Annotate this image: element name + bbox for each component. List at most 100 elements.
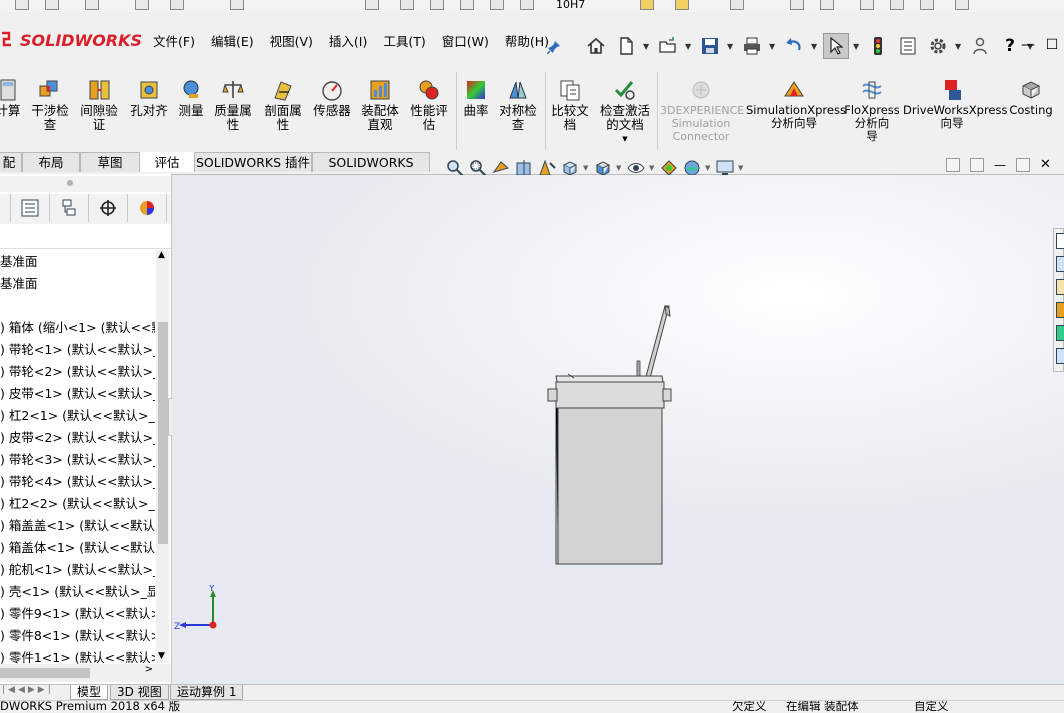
- toolbar-icon[interactable]: [955, 0, 969, 10]
- toolbar-icon[interactable]: [920, 0, 934, 10]
- open-button[interactable]: [655, 33, 681, 59]
- toolbar-icon[interactable]: [520, 0, 534, 10]
- chevron-down-icon[interactable]: ▼: [705, 164, 712, 172]
- calculator-button[interactable]: 计算: [0, 74, 22, 118]
- sensor-button[interactable]: 传感器: [309, 74, 355, 118]
- menu-window[interactable]: 窗口(W): [434, 31, 497, 50]
- menu-view[interactable]: 视图(V): [262, 31, 321, 50]
- appearances-icon[interactable]: [1056, 325, 1064, 341]
- assembly-model[interactable]: [172, 175, 1064, 684]
- scrollbar-thumb[interactable]: [158, 322, 168, 544]
- chevron-down-icon[interactable]: ▼: [769, 42, 777, 51]
- toolbar-icon[interactable]: [135, 0, 149, 10]
- tab-display-manager[interactable]: [128, 194, 167, 222]
- menu-insert[interactable]: 插入(I): [321, 31, 375, 50]
- home-button[interactable]: [583, 33, 609, 59]
- tree-filter-area[interactable]: [0, 224, 171, 249]
- tab-solidworks-mbd[interactable]: SOLIDWORKS MBD: [312, 152, 430, 190]
- design-library-icon[interactable]: [1056, 256, 1064, 272]
- chevron-down-icon[interactable]: ▼: [811, 42, 819, 51]
- menu-tools[interactable]: 工具(T): [375, 31, 433, 50]
- toolbar-icon[interactable]: [400, 0, 414, 10]
- chevron-down-icon[interactable]: ▼: [853, 42, 861, 51]
- rebuild-button[interactable]: [865, 33, 891, 59]
- select-button[interactable]: [823, 33, 849, 59]
- tree-item-component[interactable]: ) 带轮<3> (默认<<默认>_显: [0, 449, 155, 468]
- tree-item-component[interactable]: ) 带轮<4> (默认<<默认>_显: [0, 471, 155, 490]
- tab-feature-tree[interactable]: [0, 194, 11, 222]
- interference-check-button[interactable]: 干涉检 查: [28, 74, 72, 132]
- curvature-button[interactable]: 曲率: [459, 74, 493, 118]
- tree-item-component[interactable]: ) 带轮<1> (默认<<默认>_显: [0, 339, 155, 358]
- print-button[interactable]: [739, 33, 765, 59]
- tab-model[interactable]: 模型: [70, 685, 109, 700]
- chevron-down-icon[interactable]: ▼: [955, 42, 963, 51]
- chevron-down-icon[interactable]: ▼: [596, 132, 654, 146]
- pin-icon[interactable]: [547, 40, 561, 54]
- toolbar-icon[interactable]: [730, 0, 744, 10]
- file-properties-button[interactable]: [895, 33, 921, 59]
- 3dexperience-connector-button[interactable]: 3DEXPERIENCE Simulation Connector: [660, 74, 744, 143]
- viewport-close-icon[interactable]: ✕: [1040, 158, 1051, 172]
- toolbar-icon[interactable]: [15, 0, 29, 10]
- minimize-icon[interactable]: —: [1016, 37, 1040, 53]
- toolbar-icon[interactable]: [45, 0, 59, 10]
- new-document-button[interactable]: [613, 33, 639, 59]
- viewport-split-icon[interactable]: [946, 158, 960, 172]
- tab-configuration-manager[interactable]: [50, 194, 89, 222]
- file-explorer-icon[interactable]: [1056, 279, 1064, 295]
- custom-properties-icon[interactable]: [1056, 348, 1064, 364]
- tree-item-component[interactable]: ) 皮带<2> (默认<<默认>_显: [0, 427, 155, 446]
- toolbar-icon[interactable]: [675, 0, 689, 10]
- toolbar-icon[interactable]: [85, 0, 99, 10]
- view-palette-icon[interactable]: [1056, 302, 1064, 318]
- tree-item-component[interactable]: ) 零件8<1> (默认<<默认>_显: [0, 625, 155, 644]
- floxpress-button[interactable]: FloXpress 分析向 导: [844, 74, 900, 143]
- toolbar-icon[interactable]: [170, 0, 184, 10]
- toolbar-icon[interactable]: [430, 0, 444, 10]
- save-button[interactable]: [697, 33, 723, 59]
- section-properties-button[interactable]: 剖面属 性: [261, 74, 305, 132]
- tab-navigation-arrows[interactable]: |◀◀▶▶|: [2, 685, 54, 695]
- tab-motion-study[interactable]: 运动算例 1: [170, 685, 244, 700]
- scroll-up-icon[interactable]: ▲: [158, 250, 165, 260]
- tab-assembly[interactable]: 配体: [0, 152, 22, 190]
- chevron-down-icon[interactable]: ▼: [685, 42, 693, 51]
- tree-item-component[interactable]: ) 箱盖体<1> (默认<<默认>_: [0, 537, 155, 556]
- tab-dimxpert-manager[interactable]: [89, 194, 128, 222]
- toolbar-icon[interactable]: [640, 0, 654, 10]
- user-button[interactable]: [967, 33, 993, 59]
- chevron-down-icon[interactable]: ▼: [649, 164, 656, 172]
- tree-item-component[interactable]: ) 箱盖盖<1> (默认<<默认>_: [0, 515, 155, 534]
- tree-item-component[interactable]: ) 杠2<2> (默认<<默认>_显示: [0, 493, 155, 512]
- check-active-document-button[interactable]: 检查激活 的文档 ▼: [596, 74, 654, 146]
- tab-solidworks-addins[interactable]: SOLIDWORKS 插件: [194, 152, 312, 172]
- costing-button[interactable]: Costing: [1004, 74, 1058, 117]
- clearance-check-button[interactable]: 间隙验 证: [77, 74, 121, 132]
- chevron-down-icon[interactable]: ▼: [727, 42, 735, 51]
- tree-item-component[interactable]: ) 舵机<1> (默认<<默认>_显: [0, 559, 155, 578]
- hole-alignment-button[interactable]: 孔对齐: [126, 74, 172, 118]
- viewport-split-icon[interactable]: [970, 158, 984, 172]
- options-button[interactable]: [925, 33, 951, 59]
- viewport-minimize-icon[interactable]: —: [994, 158, 1006, 172]
- tab-property-manager[interactable]: [11, 194, 50, 222]
- mass-properties-button[interactable]: 质量属 性: [211, 74, 255, 132]
- scroll-down-icon[interactable]: ▼: [158, 651, 165, 661]
- chevron-down-icon[interactable]: ▼: [643, 42, 651, 51]
- panel-grip[interactable]: [0, 176, 171, 192]
- home-icon[interactable]: [1056, 233, 1064, 249]
- status-units[interactable]: 自定义: [914, 701, 949, 713]
- toolbar-icon[interactable]: [490, 0, 504, 10]
- undo-button[interactable]: [781, 33, 807, 59]
- performance-evaluation-button[interactable]: 性能评 估: [407, 74, 451, 132]
- tree-item-component[interactable]: ) 箱体 (缩小<1> (默认<<默: [0, 317, 155, 336]
- tree-horizontal-scrollbar[interactable]: >: [0, 664, 171, 682]
- tree-item-component[interactable]: ) 壳<1> (默认<<默认>_显示: [0, 581, 155, 600]
- chevron-down-icon[interactable]: ▼: [583, 164, 590, 172]
- tree-item-component[interactable]: ) 皮带<1> (默认<<默认>_显: [0, 383, 155, 402]
- toolbar-icon[interactable]: [820, 0, 834, 10]
- toolbar-icon[interactable]: [230, 0, 244, 10]
- toolbar-icon[interactable]: [460, 0, 474, 10]
- menu-file[interactable]: 文件(F): [145, 31, 203, 50]
